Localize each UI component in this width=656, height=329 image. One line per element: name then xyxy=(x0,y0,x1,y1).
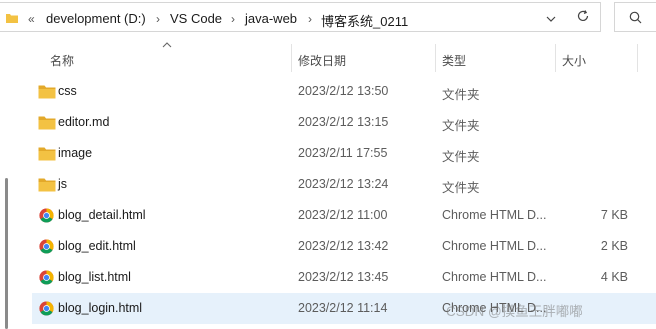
file-name: image xyxy=(58,146,93,160)
file-name: css xyxy=(58,84,77,98)
breadcrumb-item-current[interactable]: 博客系统_0211 xyxy=(321,11,408,30)
breadcrumb-item-vscode[interactable]: VS Code xyxy=(170,11,222,26)
file-size: 4 KB xyxy=(600,270,628,284)
file-type: 文件夹 xyxy=(442,88,480,102)
chrome-icon xyxy=(39,208,54,223)
file-row[interactable]: css 2023/2/12 13:50 文件夹 xyxy=(32,76,656,107)
address-bar-row: « development (D:) › VS Code › java-web … xyxy=(0,0,656,36)
column-header-row: 名称 修改日期 类型 大小 xyxy=(0,44,656,72)
file-name: blog_login.html xyxy=(58,301,143,315)
file-modified: 2023/2/12 11:14 xyxy=(298,301,388,315)
chevron-down-icon[interactable] xyxy=(542,10,560,28)
folder-icon xyxy=(38,85,56,99)
file-type: Chrome HTML D... xyxy=(442,208,547,222)
column-header-modified[interactable]: 修改日期 xyxy=(298,52,346,69)
folder-icon xyxy=(6,14,18,23)
file-modified: 2023/2/12 11:00 xyxy=(298,208,388,222)
chevron-right-icon: › xyxy=(231,12,235,26)
file-type: Chrome HTML D... xyxy=(442,239,547,253)
file-row[interactable]: editor.md 2023/2/12 13:15 文件夹 xyxy=(32,107,656,138)
file-type: 文件夹 xyxy=(442,119,480,133)
chrome-icon xyxy=(39,301,54,316)
folder-icon xyxy=(38,147,56,161)
file-name: js xyxy=(58,177,68,191)
file-row[interactable]: blog_detail.html 2023/2/12 11:00 Chrome HT… xyxy=(32,200,656,231)
column-header-size[interactable]: 大小 xyxy=(562,52,586,69)
file-name: blog_detail.html xyxy=(58,208,146,222)
column-divider[interactable] xyxy=(555,44,556,72)
file-name: blog_edit.html xyxy=(58,239,136,253)
file-row[interactable]: blog_edit.html 2023/2/12 13:42 Chrome HTML… xyxy=(32,231,656,262)
file-modified: 2023/2/12 13:15 xyxy=(298,115,389,129)
column-divider[interactable] xyxy=(637,44,638,72)
file-row[interactable]: blog_list.html 2023/2/12 13:45 Chrome HTML… xyxy=(32,262,656,293)
file-type: 文件夹 xyxy=(442,150,480,164)
file-name: blog_list.html xyxy=(58,270,131,284)
file-modified: 2023/2/12 13:42 xyxy=(298,239,389,253)
file-name: editor.md xyxy=(58,115,110,129)
column-header-name[interactable]: 名称 xyxy=(50,52,74,69)
file-modified: 2023/2/11 17:55 xyxy=(298,146,388,160)
file-row[interactable]: js 2023/2/12 13:24 文件夹 xyxy=(32,169,656,200)
file-type: 文件夹 xyxy=(442,181,480,195)
chrome-icon xyxy=(39,239,54,254)
file-modified: 2023/2/12 13:50 xyxy=(298,84,389,98)
file-modified: 2023/2/12 13:24 xyxy=(298,177,389,191)
folder-icon xyxy=(38,116,56,130)
file-size: 7 KB xyxy=(600,208,628,222)
scrollbar-thumb[interactable] xyxy=(5,178,8,329)
chrome-icon xyxy=(39,270,54,285)
address-bar[interactable]: « development (D:) › VS Code › java-web … xyxy=(0,2,601,32)
search-icon xyxy=(629,11,642,24)
column-divider[interactable] xyxy=(435,44,436,72)
file-size: 2 KB xyxy=(600,239,628,253)
file-type: Chrome HTML D... xyxy=(442,270,547,284)
column-header-type[interactable]: 类型 xyxy=(442,52,466,69)
column-divider[interactable] xyxy=(291,44,292,72)
watermark: CSDN @摸鱼王胖嘟嘟 xyxy=(446,304,583,319)
chevron-right-icon: › xyxy=(156,12,160,26)
chevron-right-icon: › xyxy=(308,12,312,26)
folder-icon xyxy=(38,178,56,192)
breadcrumb-item-drive[interactable]: development (D:) xyxy=(46,11,146,26)
breadcrumb-overflow[interactable]: « xyxy=(28,12,35,26)
file-modified: 2023/2/12 13:45 xyxy=(298,270,389,284)
refresh-icon[interactable] xyxy=(574,7,592,25)
file-row[interactable]: image 2023/2/11 17:55 文件夹 xyxy=(32,138,656,169)
breadcrumb-item-java-web[interactable]: java-web xyxy=(245,11,297,26)
search-input[interactable] xyxy=(614,2,656,32)
